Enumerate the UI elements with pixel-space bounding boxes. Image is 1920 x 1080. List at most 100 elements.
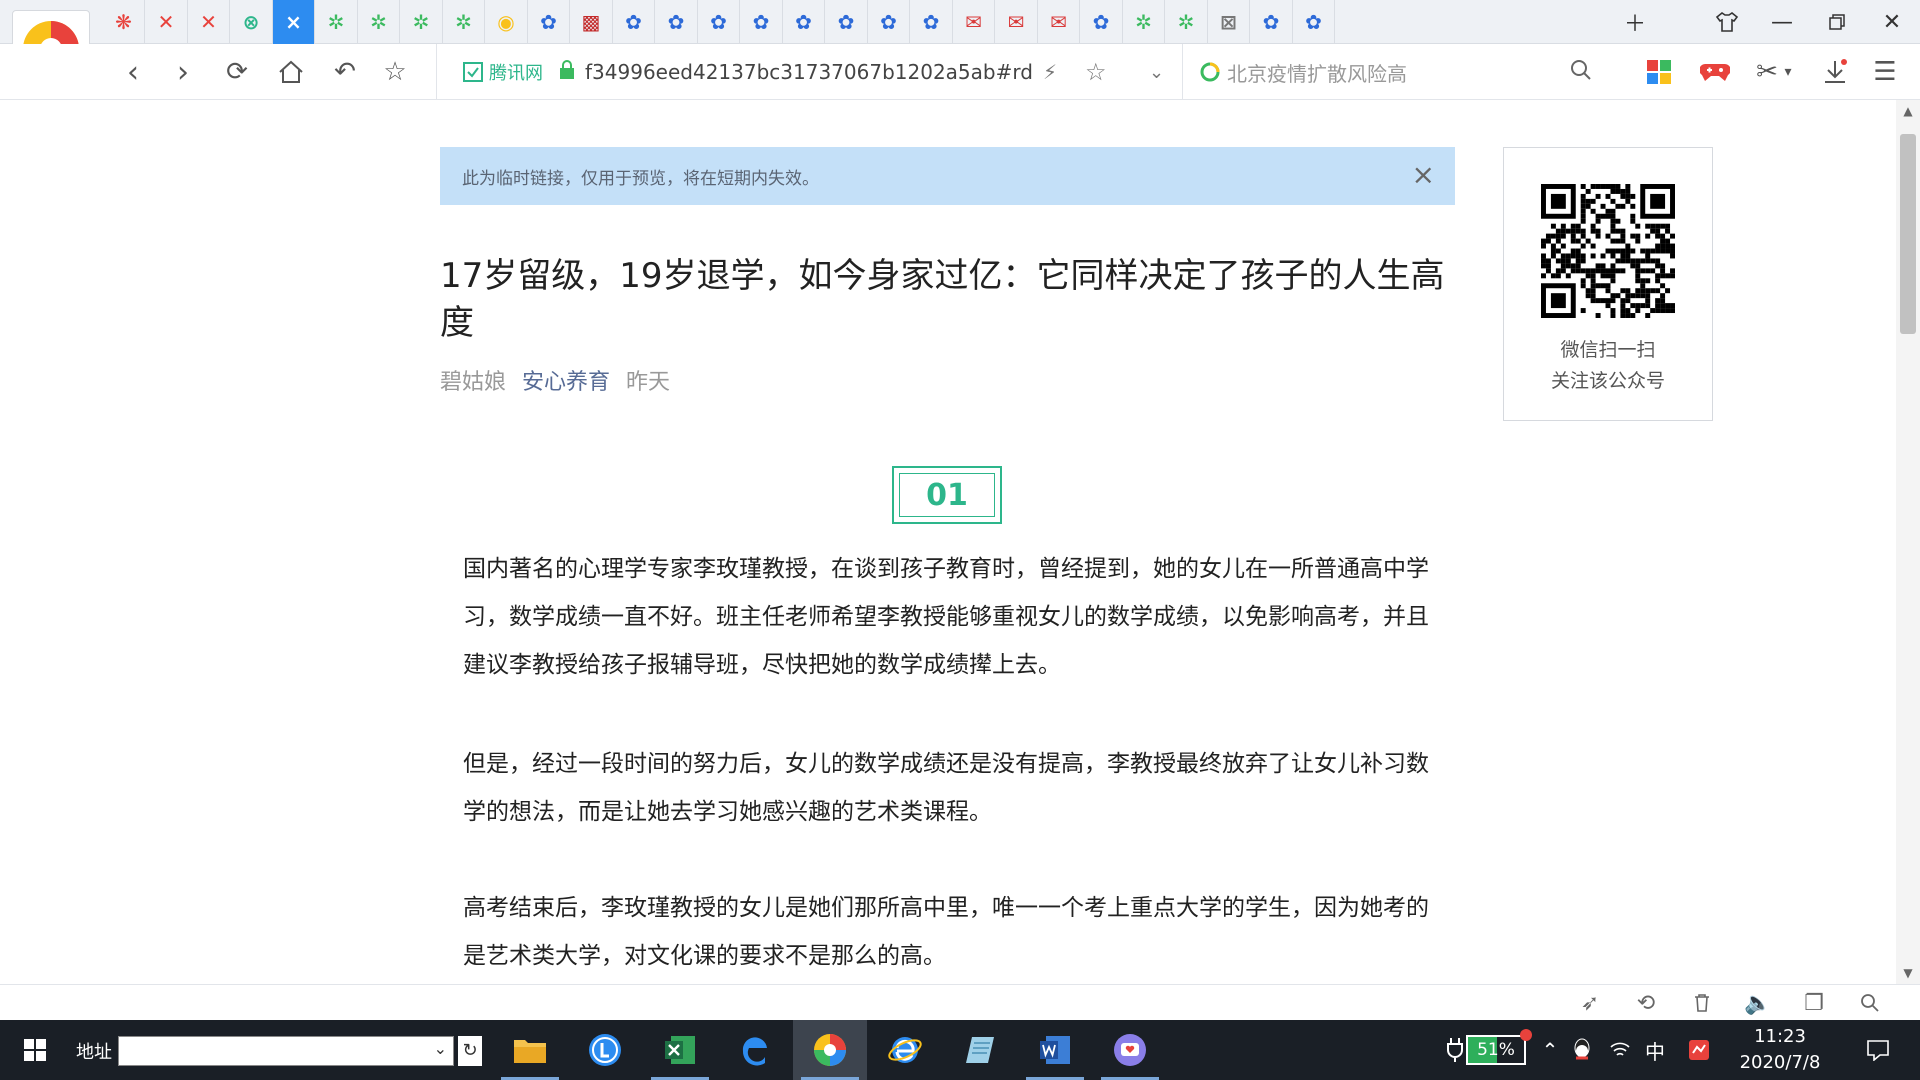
star-icon[interactable]: ☆: [1085, 58, 1107, 86]
browser-tab[interactable]: ✕: [146, 0, 188, 44]
page-scrollbar[interactable]: ▲ ▼: [1896, 100, 1920, 984]
trash-icon[interactable]: [1682, 985, 1722, 1021]
new-tab-button[interactable]: ＋: [1608, 0, 1662, 44]
notepad-app[interactable]: [943, 1020, 1017, 1080]
back-button[interactable]: ‹: [110, 44, 156, 100]
notification-button[interactable]: [1850, 1020, 1906, 1080]
excel-app[interactable]: [643, 1020, 717, 1080]
chevron-up-icon[interactable]: ⌃: [1536, 1020, 1564, 1080]
browser-tab[interactable]: ✿: [868, 0, 910, 44]
browser-tab[interactable]: ×: [273, 0, 315, 44]
tab-mail-icon: ✉: [965, 10, 982, 34]
menu-button[interactable]: ☰: [1862, 44, 1908, 100]
chevron-down-icon[interactable]: ⌄: [1149, 62, 1164, 83]
browser-tab[interactable]: ✿: [741, 0, 783, 44]
minimize-button[interactable]: —: [1755, 0, 1809, 44]
window-icon[interactable]: ❐: [1794, 985, 1834, 1021]
skin-icon[interactable]: [1700, 0, 1754, 44]
browser-tab[interactable]: ▩: [571, 0, 613, 44]
browser-tab[interactable]: ✉: [953, 0, 995, 44]
browser-tab[interactable]: ✲: [316, 0, 358, 44]
tab-network-icon: ✲: [1135, 10, 1152, 34]
search-placeholder[interactable]: 北京疫情扩散风险高: [1227, 58, 1407, 87]
ie-app[interactable]: [868, 1020, 942, 1080]
browser-tab[interactable]: ✉: [1038, 0, 1080, 44]
start-button[interactable]: [0, 1020, 70, 1080]
undo-close-button[interactable]: ↶: [322, 44, 368, 100]
browser-tab[interactable]: ✿: [911, 0, 953, 44]
close-window-button[interactable]: ✕: [1865, 0, 1919, 44]
tab-baidu-icon: ✿: [667, 10, 685, 34]
restore-button[interactable]: [1810, 0, 1864, 44]
chevron-down-icon[interactable]: ⌄: [434, 1039, 447, 1058]
tab-baidu-icon: ✿: [1092, 10, 1110, 34]
zoom-icon[interactable]: [1850, 985, 1890, 1021]
notepad-icon: [966, 1037, 994, 1063]
edge-app[interactable]: [718, 1020, 792, 1080]
url-text[interactable]: f34996eed42137bc31737067b1202a5ab#rd: [585, 60, 1033, 84]
qq-icon[interactable]: [1568, 1020, 1596, 1080]
browser-tab[interactable]: ⊗: [231, 0, 273, 44]
browser-tab[interactable]: ⊠: [1208, 0, 1250, 44]
address-bar[interactable]: 腾讯网 f34996eed42137bc31737067b1202a5ab#rd…: [436, 44, 1176, 100]
home-button[interactable]: [268, 44, 314, 100]
refresh-button[interactable]: ⟳: [214, 44, 260, 100]
download-icon: [1825, 59, 1847, 83]
ime-indicator[interactable]: 中: [1640, 1020, 1670, 1080]
battery-indicator[interactable]: 51%: [1462, 1020, 1532, 1080]
download-button[interactable]: [1812, 44, 1858, 100]
browser-tab[interactable]: ✿: [656, 0, 698, 44]
browser-tab[interactable]: ✿: [1251, 0, 1293, 44]
wps-tray-icon[interactable]: [1684, 1020, 1714, 1080]
browser-tab[interactable]: ✿: [528, 0, 570, 44]
battery-percent: 51%: [1477, 1040, 1515, 1060]
browser-tab[interactable]: ✲: [1166, 0, 1208, 44]
wifi-icon[interactable]: [1606, 1020, 1634, 1080]
tab-app-icon-red: ❋: [115, 10, 132, 34]
accelerate-icon[interactable]: ⟲: [1626, 985, 1666, 1021]
browser-tab[interactable]: ✿: [613, 0, 655, 44]
browser-tab[interactable]: ✿: [783, 0, 825, 44]
qr-code[interactable]: [1541, 184, 1675, 318]
forward-button[interactable]: ›: [160, 44, 206, 100]
speaker-icon[interactable]: 🔈: [1738, 985, 1778, 1021]
browser-tab[interactable]: ✿: [1081, 0, 1123, 44]
taskbar-address-input[interactable]: ⌄: [118, 1036, 454, 1066]
browser-tab[interactable]: ✲: [1123, 0, 1165, 44]
account-link[interactable]: 安心养育: [522, 364, 610, 396]
browser-tab[interactable]: ✿: [698, 0, 740, 44]
browser-tab[interactable]: ✲: [358, 0, 400, 44]
l-app[interactable]: [568, 1020, 642, 1080]
favorites-button[interactable]: ☆: [372, 44, 418, 100]
scroll-up-arrow[interactable]: ▲: [1896, 104, 1920, 118]
browser-tab[interactable]: ✕: [188, 0, 230, 44]
close-icon[interactable]: ×: [1412, 161, 1435, 189]
apps-button[interactable]: [1636, 44, 1682, 100]
browser-tab[interactable]: ✉: [996, 0, 1038, 44]
chat-app[interactable]: [1093, 1020, 1167, 1080]
folder-icon: [514, 1040, 546, 1063]
game-button[interactable]: [1692, 44, 1738, 100]
browser-tab[interactable]: ❋: [103, 0, 145, 44]
scroll-down-arrow[interactable]: ▼: [1896, 966, 1920, 980]
scissors-dropdown-icon[interactable]: ▾: [1776, 44, 1800, 100]
tab-network-icon: ✲: [412, 10, 430, 34]
tab-baidu-icon: ✿: [540, 10, 557, 34]
explorer-app[interactable]: [493, 1020, 567, 1080]
search-box[interactable]: 北京疫情扩散风险高: [1182, 44, 1606, 100]
browser-tab[interactable]: ✿: [826, 0, 868, 44]
scrollbar-thumb[interactable]: [1900, 134, 1916, 334]
browser-tab[interactable]: ✿: [1293, 0, 1335, 44]
browser-tab[interactable]: ◉: [486, 0, 528, 44]
browser-tab[interactable]: ✲: [443, 0, 485, 44]
refresh-icon[interactable]: ↻: [458, 1036, 482, 1066]
rocket-icon[interactable]: ➶: [1570, 985, 1610, 1021]
search-icon[interactable]: [1570, 59, 1592, 85]
browser-tab[interactable]: ✲: [401, 0, 443, 44]
lightning-icon[interactable]: ⚡: [1043, 60, 1057, 84]
clock[interactable]: 11:23 2020/7/8: [1720, 1020, 1840, 1080]
browser-app[interactable]: [793, 1020, 867, 1080]
shirt-icon: [1715, 12, 1739, 32]
tab-close-icon[interactable]: ×: [285, 10, 302, 34]
word-app[interactable]: [1018, 1020, 1092, 1080]
